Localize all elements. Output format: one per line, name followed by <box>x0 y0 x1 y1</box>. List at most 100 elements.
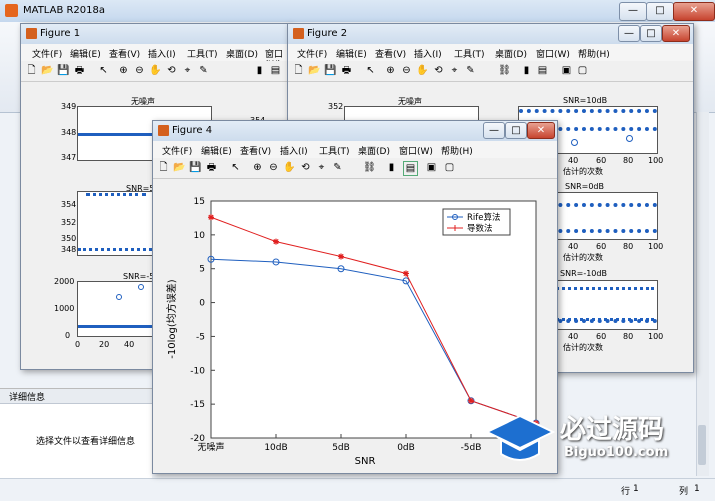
dock-icon[interactable]: ▢ <box>443 161 456 174</box>
menu-view[interactable]: 查看(V) <box>375 47 406 60</box>
figure-1-menubar: 文件(F) 编辑(E) 查看(V) 插入(I) 工具(T) 桌面(D) 窗口(W… <box>21 44 289 70</box>
chart-axes-box <box>210 200 537 439</box>
figure-4-title: Figure 4 <box>172 125 213 136</box>
brush-icon[interactable]: ✎ <box>331 161 344 174</box>
details-panel: 详细信息 选择文件以查看详细信息 <box>0 388 152 479</box>
menu-help[interactable]: 帮助(H) <box>578 47 610 60</box>
link-icon[interactable]: ⛓ <box>498 64 511 77</box>
menu-view[interactable]: 查看(V) <box>109 47 140 60</box>
open-icon[interactable]: 📂 <box>41 64 54 77</box>
pan-icon[interactable]: ✋ <box>149 64 162 77</box>
zoom-in-icon[interactable]: ⊕ <box>384 64 397 77</box>
zoom-in-icon[interactable]: ⊕ <box>251 161 264 174</box>
figure-4-minimize[interactable]: — <box>483 122 505 139</box>
menu-edit[interactable]: 编辑(E) <box>336 47 367 60</box>
new-icon[interactable]: 🗋 <box>157 161 170 174</box>
colorbar-icon[interactable]: ▮ <box>385 161 398 174</box>
matlab-logo-icon <box>5 4 18 17</box>
y-tick-label: 0 <box>199 299 205 309</box>
menu-insert[interactable]: 插入(I) <box>280 144 308 157</box>
figure-2-close[interactable]: ✕ <box>662 25 690 42</box>
colorbar-icon[interactable]: ▮ <box>520 64 533 77</box>
f1-ax3-outlier <box>116 294 122 300</box>
watermark-logo: 必过源码 Biguo100.com <box>485 405 715 475</box>
figure-1-title-bar[interactable]: Figure 1 <box>21 24 289 45</box>
menu-insert[interactable]: 插入(I) <box>148 47 176 60</box>
close-button[interactable]: ✕ <box>673 2 715 21</box>
datacursor-icon[interactable]: ⌖ <box>448 64 461 77</box>
details-header: 详细信息 <box>9 393 46 403</box>
menu-tools[interactable]: 工具(T) <box>454 47 485 60</box>
legend-label: 导数法 <box>467 223 493 234</box>
menu-view[interactable]: 查看(V) <box>240 144 271 157</box>
hide-tools-icon[interactable]: ▣ <box>425 161 438 174</box>
figure-icon <box>293 28 304 39</box>
save-icon[interactable]: 💾 <box>324 64 337 77</box>
figure-2-minimize[interactable]: — <box>618 25 640 42</box>
figure-icon <box>26 28 37 39</box>
pointer-icon[interactable]: ↖ <box>97 64 110 77</box>
menu-desktop[interactable]: 桌面(D) <box>226 47 258 60</box>
pan-icon[interactable]: ✋ <box>283 161 296 174</box>
menu-file[interactable]: 文件(F) <box>297 47 327 60</box>
menu-tools[interactable]: 工具(T) <box>319 144 350 157</box>
open-icon[interactable]: 📂 <box>173 161 186 174</box>
dock-icon[interactable]: ▢ <box>576 64 589 77</box>
save-icon[interactable]: 💾 <box>57 64 70 77</box>
f1-ax3-xtick: 40 <box>124 340 135 349</box>
menu-edit[interactable]: 编辑(E) <box>201 144 232 157</box>
menu-file[interactable]: 文件(F) <box>32 47 62 60</box>
f1-ax3-title: SNR=-5 <box>123 272 155 281</box>
legend-icon[interactable]: ▤ <box>269 64 282 77</box>
legend-icon[interactable]: ▤ <box>403 161 418 176</box>
figure-2-maximize[interactable]: □ <box>640 25 662 42</box>
rotate-icon[interactable]: ⟲ <box>432 64 445 77</box>
rotate-icon[interactable]: ⟲ <box>299 161 312 174</box>
zoom-in-icon[interactable]: ⊕ <box>117 64 130 77</box>
graduation-cap-icon <box>485 414 555 461</box>
new-icon[interactable]: 🗋 <box>292 64 305 77</box>
f1-ax1-ytick: 348 <box>61 128 77 137</box>
print-icon[interactable]: 🖶 <box>205 161 218 174</box>
menu-edit[interactable]: 编辑(E) <box>70 47 101 60</box>
menu-desktop[interactable]: 桌面(D) <box>358 144 390 157</box>
figure-4-close[interactable]: ✕ <box>527 122 555 139</box>
y-tick-label: -10 <box>190 366 205 376</box>
new-icon[interactable]: 🗋 <box>25 64 38 77</box>
zoom-out-icon[interactable]: ⊖ <box>267 161 280 174</box>
datacursor-icon[interactable]: ⌖ <box>181 64 194 77</box>
menu-window[interactable]: 窗口(W) <box>536 47 570 60</box>
menu-file[interactable]: 文件(F) <box>162 144 192 157</box>
save-icon[interactable]: 💾 <box>189 161 202 174</box>
rotate-icon[interactable]: ⟲ <box>165 64 178 77</box>
figure-2-title-bar[interactable]: Figure 2 — □ ✕ <box>288 24 693 45</box>
pointer-icon[interactable]: ↖ <box>364 64 377 77</box>
print-icon[interactable]: 🖶 <box>73 64 86 77</box>
menu-help[interactable]: 帮助(H) <box>441 144 473 157</box>
minimize-button[interactable]: — <box>619 2 647 21</box>
f1-ax1-ytick: 347 <box>61 153 77 162</box>
figure-4-maximize[interactable]: □ <box>505 122 527 139</box>
zoom-out-icon[interactable]: ⊖ <box>400 64 413 77</box>
maximize-button[interactable]: □ <box>646 2 674 21</box>
menu-insert[interactable]: 插入(I) <box>414 47 442 60</box>
f2-r1-outlier <box>571 139 578 146</box>
menu-window[interactable]: 窗口(W) <box>399 144 433 157</box>
row-label: 行 <box>621 487 631 497</box>
zoom-out-icon[interactable]: ⊖ <box>133 64 146 77</box>
pan-icon[interactable]: ✋ <box>416 64 429 77</box>
menu-tools[interactable]: 工具(T) <box>187 47 218 60</box>
pointer-icon[interactable]: ↖ <box>229 161 242 174</box>
brush-icon[interactable]: ✎ <box>197 64 210 77</box>
figure-4-title-bar[interactable]: Figure 4 — □ ✕ <box>153 121 557 142</box>
open-icon[interactable]: 📂 <box>308 64 321 77</box>
brush-icon[interactable]: ✎ <box>464 64 477 77</box>
datacursor-icon[interactable]: ⌖ <box>315 161 328 174</box>
print-icon[interactable]: 🖶 <box>340 64 353 77</box>
legend-icon[interactable]: ▤ <box>536 64 549 77</box>
hide-tools-icon[interactable]: ▣ <box>560 64 573 77</box>
colorbar-icon[interactable]: ▮ <box>253 64 266 77</box>
link-icon[interactable]: ⛓ <box>363 161 376 174</box>
data-point-star <box>468 397 474 404</box>
menu-desktop[interactable]: 桌面(D) <box>495 47 527 60</box>
